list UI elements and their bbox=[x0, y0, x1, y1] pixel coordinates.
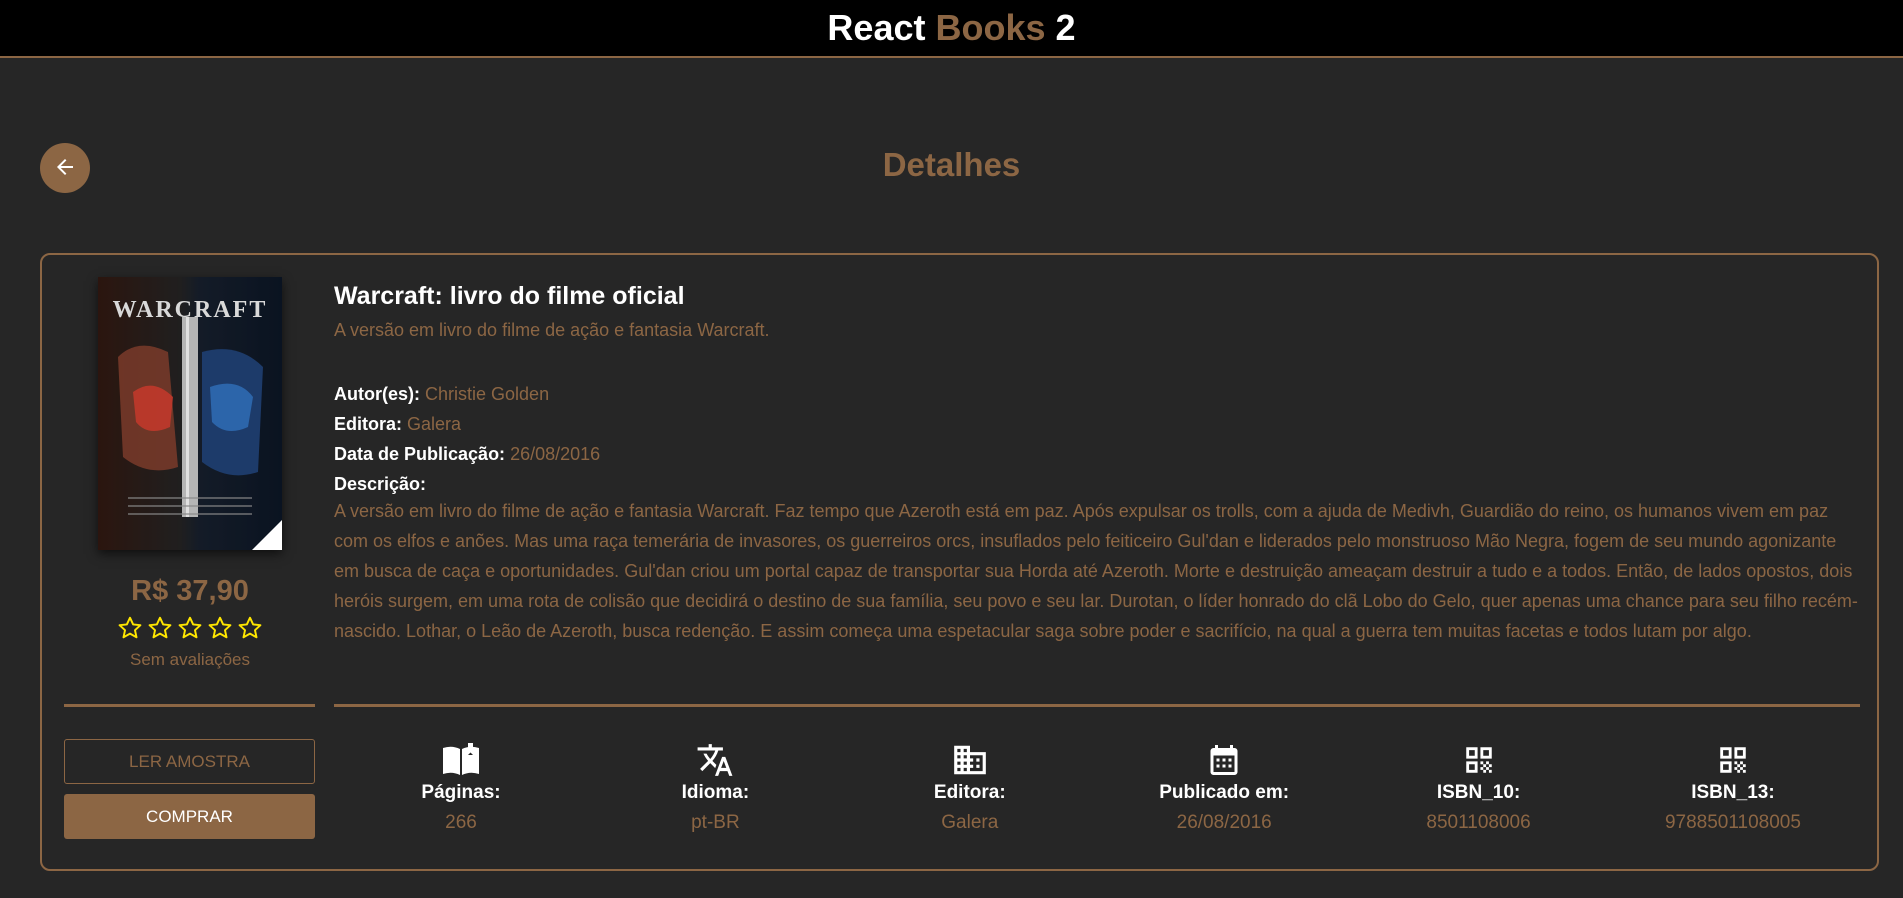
book-info-row: Páginas: 266 Idioma: pt-BR Editora: Gale… bbox=[334, 740, 1860, 850]
authors-label: Autor(es): bbox=[334, 384, 420, 404]
building-icon bbox=[951, 740, 989, 780]
info-isbn10: ISBN_10: 8501108006 bbox=[1352, 740, 1606, 850]
book-subtitle: A versão em livro do filme de ação e fan… bbox=[334, 320, 770, 340]
info-label: Páginas: bbox=[421, 782, 501, 803]
info-pages: Páginas: 266 bbox=[334, 740, 588, 850]
info-label: Publicado em: bbox=[1159, 782, 1290, 803]
brand-version: 2 bbox=[1055, 7, 1076, 48]
divider bbox=[64, 704, 315, 707]
buy-button[interactable]: Comprar bbox=[64, 794, 315, 839]
pub-date-label: Data de Publicação: bbox=[334, 444, 506, 464]
star-outline-icon[interactable] bbox=[237, 615, 263, 641]
page-title: Detalhes bbox=[882, 146, 1021, 183]
book-price: R$ 37,90 bbox=[131, 575, 249, 607]
cover-title-text: WARCRAFT bbox=[113, 297, 268, 323]
brand-books: Books bbox=[935, 7, 1046, 48]
brand-react: React bbox=[827, 7, 926, 48]
rating-text: Sem avaliações bbox=[129, 650, 250, 669]
star-rating[interactable] bbox=[65, 615, 315, 641]
publisher-label: Editora: bbox=[334, 414, 403, 434]
star-outline-icon[interactable] bbox=[147, 615, 173, 641]
app-header: React Books 2 bbox=[0, 0, 1903, 58]
info-value: 266 bbox=[445, 812, 477, 833]
info-publisher: Editora: Galera bbox=[843, 740, 1097, 850]
info-value: pt-BR bbox=[691, 812, 740, 833]
star-outline-icon[interactable] bbox=[117, 615, 143, 641]
qr-code-icon bbox=[1716, 740, 1750, 780]
translate-icon bbox=[696, 740, 734, 780]
authors-row: Autor(es): Christie Golden bbox=[334, 379, 1864, 409]
pub-date-row: Data de Publicação: 26/08/2016 bbox=[334, 439, 1864, 469]
pub-date-value: 26/08/2016 bbox=[510, 444, 601, 464]
info-value: 26/08/2016 bbox=[1176, 812, 1272, 833]
book-title: Warcraft: livro do filme oficial bbox=[334, 282, 685, 310]
star-outline-icon[interactable] bbox=[207, 615, 233, 641]
info-label: Idioma: bbox=[681, 782, 750, 803]
star-outline-icon[interactable] bbox=[177, 615, 203, 641]
publisher-row: Editora: Galera bbox=[334, 409, 1864, 439]
info-language: Idioma: pt-BR bbox=[588, 740, 842, 850]
book-metadata: Autor(es): Christie Golden Editora: Gale… bbox=[334, 379, 1864, 499]
book-description: A versão em livro do filme de ação e fan… bbox=[334, 501, 1858, 641]
qr-code-icon bbox=[1462, 740, 1496, 780]
publisher-value: Galera bbox=[407, 414, 462, 434]
info-value: 9788501108005 bbox=[1664, 812, 1801, 833]
authors-value: Christie Golden bbox=[425, 384, 550, 404]
open-book-icon bbox=[441, 740, 481, 780]
info-label: ISBN_13: bbox=[1691, 782, 1775, 803]
info-label: Editora: bbox=[933, 782, 1006, 803]
calendar-icon bbox=[1206, 740, 1242, 780]
book-details-card: WARCRAFT R$ 37,90 Sem avaliações Ler amo… bbox=[40, 253, 1879, 871]
divider bbox=[334, 704, 1860, 707]
info-published: Publicado em: 26/08/2016 bbox=[1097, 740, 1351, 850]
info-value: Galera bbox=[941, 812, 999, 833]
info-label: ISBN_10: bbox=[1436, 782, 1521, 803]
description-row: Descrição: bbox=[334, 469, 1864, 499]
description-label: Descrição: bbox=[334, 474, 427, 494]
info-value: 8501108006 bbox=[1426, 812, 1531, 833]
read-sample-button[interactable]: Ler amostra bbox=[64, 739, 315, 784]
info-isbn13: ISBN_13: 9788501108005 bbox=[1606, 740, 1860, 850]
book-cover-image: WARCRAFT bbox=[98, 277, 282, 550]
